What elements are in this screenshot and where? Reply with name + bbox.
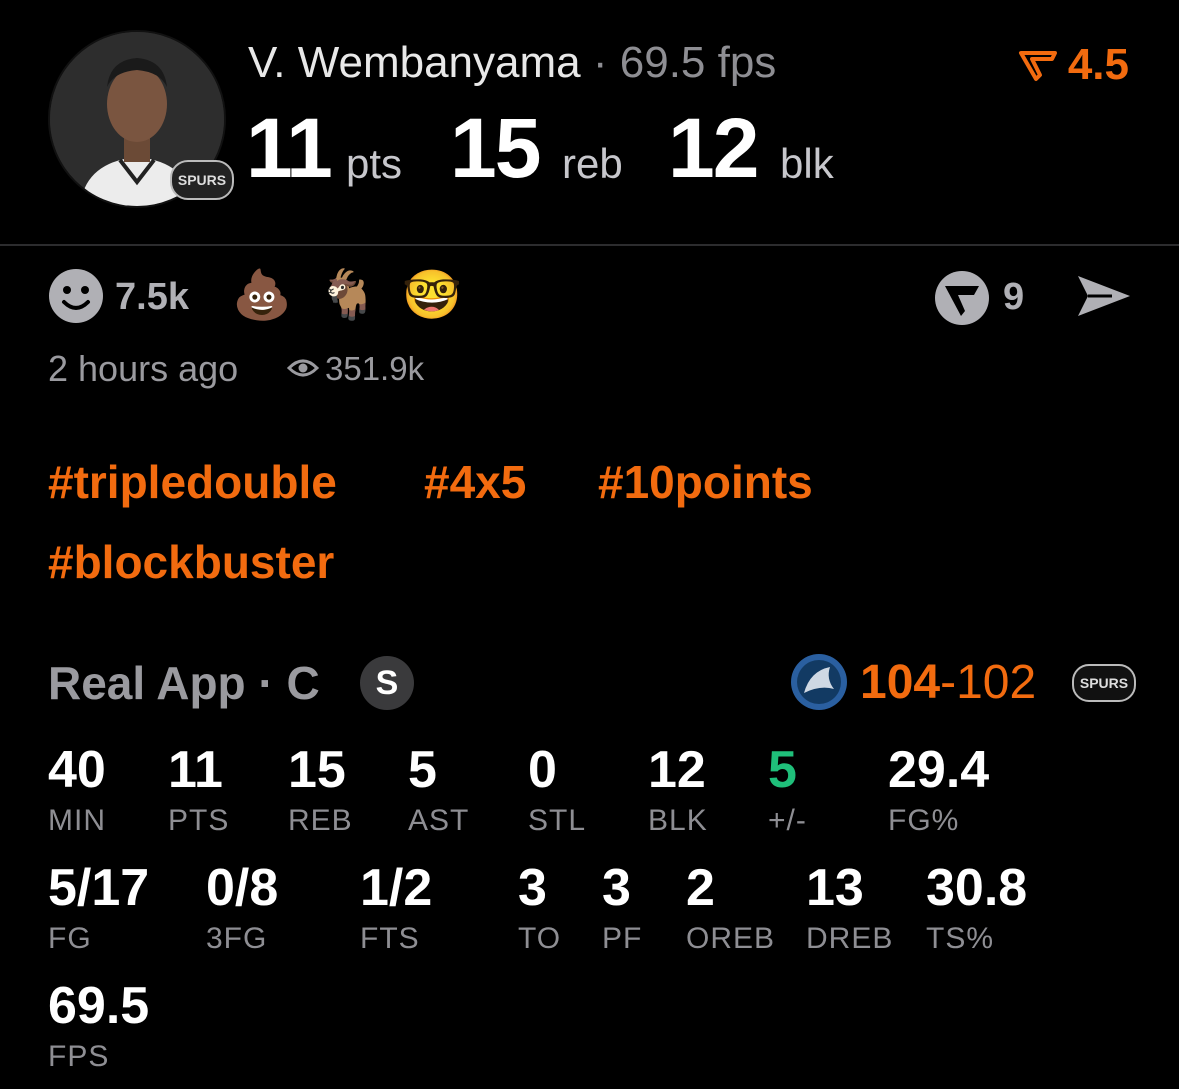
rating-logo-icon	[1018, 51, 1057, 81]
stat-label-reb: REB	[288, 804, 353, 837]
stat-label-fg: FG	[48, 922, 92, 955]
stat-label-ts-pct: TS%	[926, 922, 995, 955]
rating[interactable]: 4.5	[1018, 40, 1129, 90]
source-position-line: Real App · C	[48, 657, 320, 709]
stat-value-3fg: 0/8	[206, 859, 279, 917]
score-dash: -	[940, 656, 957, 709]
stat-value-pf: 3	[602, 859, 631, 917]
stat-value-fg: 5/17	[48, 859, 150, 917]
stat-label-fts: FTS	[360, 922, 420, 955]
stat-label-3fg: 3FG	[206, 922, 268, 955]
hashtag-link[interactable]: #tripledouble	[48, 455, 337, 509]
comment-icon[interactable]	[934, 270, 990, 326]
stat-value-pts: 11	[168, 741, 223, 799]
view-count: 351.9k	[325, 350, 425, 387]
share-send-icon[interactable]	[1074, 270, 1134, 322]
team-logo-text: SPURS	[177, 172, 227, 188]
player-title: V. Wembanyama · 69.5 fps	[248, 38, 776, 88]
headline-stat-value: 15	[450, 101, 541, 195]
home-team-logo-icon[interactable]: SPURS	[1072, 664, 1136, 702]
stat-value-oreb: 2	[686, 859, 715, 917]
score-loser: 102	[956, 656, 1037, 709]
stat-value-fg-pct: 29.4	[888, 741, 990, 799]
headline-stat-unit: pts	[346, 140, 403, 187]
stat-label-pf: PF	[602, 922, 643, 955]
stat-value-fps: 69.5	[48, 977, 150, 1035]
hashtag-link[interactable]: #4x5	[424, 455, 526, 509]
fps-score: 69.5 fps	[619, 38, 777, 87]
poop-emoji-icon[interactable]: 💩	[232, 266, 292, 323]
stat-label-fg-pct: FG%	[888, 804, 960, 837]
title-separator: ·	[592, 38, 608, 87]
goat-emoji-icon[interactable]: 🐐	[318, 266, 378, 323]
headline-stat-unit: reb	[562, 140, 623, 187]
stat-value-ts-pct: 30.8	[926, 859, 1028, 917]
opponent-team-logo-icon[interactable]	[790, 653, 848, 711]
stat-label-oreb: OREB	[686, 922, 776, 955]
stat-label-min: MIN	[48, 804, 106, 837]
comment-count: 9	[1003, 276, 1025, 318]
rating-value: 4.5	[1067, 40, 1129, 89]
stat-value-dreb: 13	[806, 859, 864, 917]
eye-icon	[286, 356, 320, 380]
stat-label-plus-minus: +/-	[768, 804, 807, 837]
game-score: 104-102	[860, 655, 1036, 710]
hashtag-link[interactable]: #blockbuster	[48, 535, 334, 589]
team-logo-badge: SPURS	[170, 160, 234, 200]
header-divider	[0, 244, 1179, 246]
headline-stat-value: 12	[668, 101, 759, 195]
player-name[interactable]: V. Wembanyama	[248, 38, 581, 87]
hashtag-link[interactable]: #10points	[598, 455, 813, 509]
post-time: 2 hours ago	[48, 348, 239, 389]
stat-value-min: 40	[48, 741, 106, 799]
smile-reaction-icon[interactable]	[48, 268, 104, 324]
stat-value-to: 3	[518, 859, 547, 917]
headline-stat-unit: blk	[780, 140, 834, 187]
stat-value-stl: 0	[528, 741, 557, 799]
stat-label-ast: AST	[408, 804, 470, 837]
stat-label-to: TO	[518, 922, 562, 955]
headline-stat-value: 11	[246, 101, 333, 195]
stat-value-ast: 5	[408, 741, 437, 799]
stat-label-fps: FPS	[48, 1040, 110, 1073]
stat-label-pts: PTS	[168, 804, 230, 837]
stat-value-reb: 15	[288, 741, 346, 799]
stat-value-plus-minus: 5	[768, 741, 797, 799]
stat-label-blk: BLK	[648, 804, 708, 837]
score-winner: 104	[860, 656, 941, 709]
reaction-count: 7.5k	[115, 276, 189, 318]
stat-value-fts: 1/2	[360, 859, 433, 917]
stat-value-blk: 12	[648, 741, 706, 799]
nerd-emoji-icon[interactable]: 🤓	[402, 266, 462, 323]
starter-badge: S	[360, 656, 414, 710]
stat-label-stl: STL	[528, 804, 587, 837]
stat-label-dreb: DREB	[806, 922, 894, 955]
home-team-logo-text: SPURS	[1079, 675, 1129, 691]
